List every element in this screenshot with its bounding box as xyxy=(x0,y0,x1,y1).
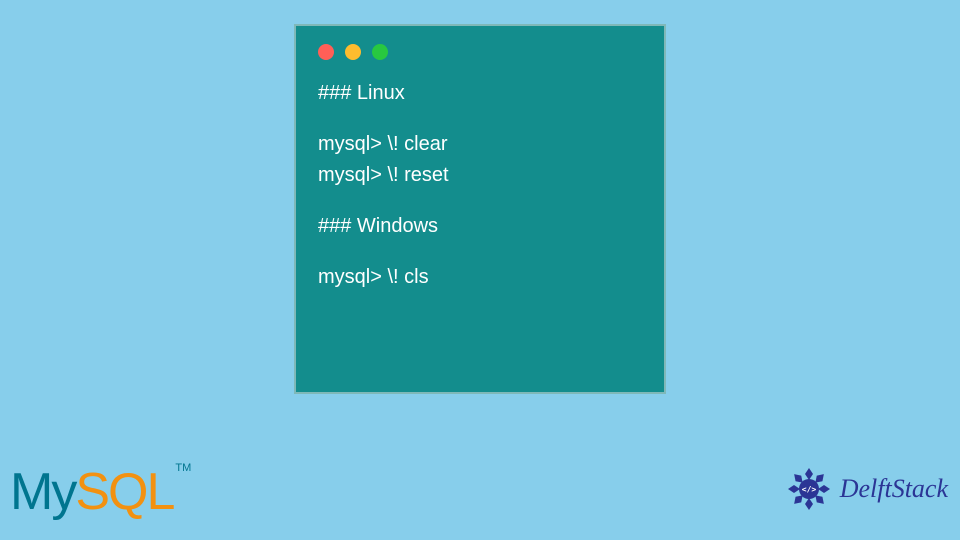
mysql-logo-my: My xyxy=(10,463,75,521)
spacer xyxy=(318,191,642,211)
mysql-logo: MySQLTM xyxy=(10,462,191,522)
heading-windows: ### Windows xyxy=(318,211,642,242)
code-line: mysql> \! cls xyxy=(318,262,642,293)
close-icon xyxy=(318,44,334,60)
code-line: mysql> \! clear xyxy=(318,129,642,160)
mysql-logo-sql: SQL xyxy=(75,463,173,521)
delftstack-icon: </> xyxy=(784,464,834,514)
window-controls xyxy=(318,44,642,60)
delftstack-text: DelftStack xyxy=(840,474,948,504)
terminal-window: ### Linux mysql> \! clear mysql> \! rese… xyxy=(294,24,666,394)
code-line: mysql> \! reset xyxy=(318,160,642,191)
code-content: ### Linux mysql> \! clear mysql> \! rese… xyxy=(318,78,642,293)
mysql-logo-tm: TM xyxy=(175,462,191,474)
delftstack-logo: </> DelftStack xyxy=(784,464,948,514)
svg-text:</>: </> xyxy=(801,485,816,494)
heading-linux: ### Linux xyxy=(318,78,642,109)
spacer xyxy=(318,109,642,129)
maximize-icon xyxy=(372,44,388,60)
spacer xyxy=(318,242,642,262)
minimize-icon xyxy=(345,44,361,60)
